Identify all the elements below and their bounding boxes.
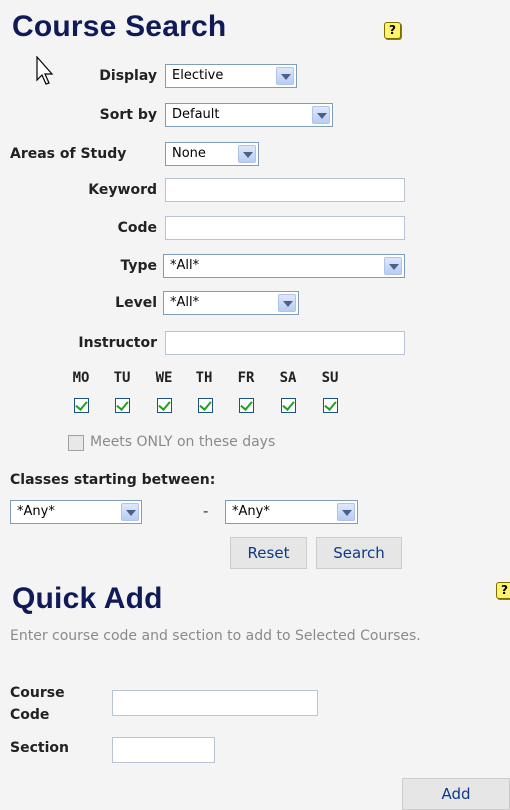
type-select[interactable]: *All*: [163, 254, 405, 278]
section-label: Section: [10, 740, 69, 756]
dropdown-arrow-icon[interactable]: [337, 503, 355, 521]
day-label-tu: TU: [113, 370, 131, 386]
mouse-cursor-icon: [36, 56, 54, 85]
day-checkbox-sa[interactable]: [281, 398, 296, 413]
areas-of-study-value: None: [172, 146, 206, 161]
range-separator: -: [203, 502, 209, 520]
start-time-to-value: *Any*: [232, 504, 270, 519]
classes-starting-between-label: Classes starting between:: [10, 472, 216, 488]
keyword-input[interactable]: [165, 178, 405, 202]
keyword-label: Keyword: [88, 182, 157, 198]
day-label-mo: MO: [72, 370, 90, 386]
day-checkbox-fr[interactable]: [239, 398, 254, 413]
display-label: Display: [99, 68, 157, 84]
day-checkbox-th[interactable]: [198, 398, 213, 413]
day-label-th: TH: [195, 370, 213, 386]
start-time-from-select[interactable]: *Any*: [10, 500, 142, 524]
type-select-value: *All*: [170, 258, 200, 273]
level-select-value: *All*: [170, 295, 200, 310]
day-label-we: WE: [155, 370, 173, 386]
code-input[interactable]: [165, 216, 405, 240]
day-checkbox-we[interactable]: [157, 398, 172, 413]
meets-only-label: Meets ONLY on these days: [90, 434, 276, 450]
start-time-from-value: *Any*: [17, 504, 55, 519]
quick-add-title: Quick Add: [12, 582, 163, 615]
instructor-label: Instructor: [78, 335, 157, 351]
code-label: Code: [117, 220, 157, 236]
section-input[interactable]: [112, 737, 215, 763]
level-select[interactable]: *All*: [163, 291, 299, 315]
sortby-label: Sort by: [99, 107, 157, 123]
day-label-fr: FR: [237, 370, 255, 386]
quick-add-description: Enter course code and section to add to …: [10, 628, 421, 644]
dropdown-arrow-icon[interactable]: [384, 257, 402, 275]
areas-of-study-label: Areas of Study: [10, 146, 127, 162]
search-button[interactable]: Search: [316, 537, 402, 569]
day-checkbox-tu[interactable]: [115, 398, 130, 413]
course-search-title: Course Search: [12, 10, 227, 43]
dropdown-arrow-icon[interactable]: [238, 145, 256, 163]
dropdown-arrow-icon[interactable]: [278, 294, 296, 312]
sortby-select-value: Default: [172, 107, 220, 122]
display-select-value: Elective: [172, 68, 224, 83]
day-label-sa: SA: [279, 370, 297, 386]
day-label-su: SU: [321, 370, 339, 386]
course-code-label: Course Code: [10, 685, 65, 723]
dropdown-arrow-icon[interactable]: [276, 67, 294, 85]
sortby-select[interactable]: Default: [165, 103, 333, 127]
level-label: Level: [115, 295, 157, 311]
course-search-help-icon[interactable]: ?: [384, 22, 401, 39]
add-button[interactable]: Add: [402, 778, 510, 810]
areas-of-study-select[interactable]: None: [165, 142, 259, 166]
dropdown-arrow-icon[interactable]: [312, 106, 330, 124]
start-time-to-select[interactable]: *Any*: [225, 500, 358, 524]
type-label: Type: [120, 258, 157, 274]
meets-only-checkbox[interactable]: [68, 435, 84, 451]
instructor-input[interactable]: [165, 331, 405, 355]
dropdown-arrow-icon[interactable]: [121, 503, 139, 521]
day-checkbox-mo[interactable]: [74, 398, 89, 413]
quick-add-help-icon[interactable]: ?: [496, 582, 510, 599]
day-checkbox-su[interactable]: [323, 398, 338, 413]
display-select[interactable]: Elective: [165, 64, 297, 88]
course-code-input[interactable]: [112, 690, 318, 716]
reset-button[interactable]: Reset: [230, 537, 307, 569]
